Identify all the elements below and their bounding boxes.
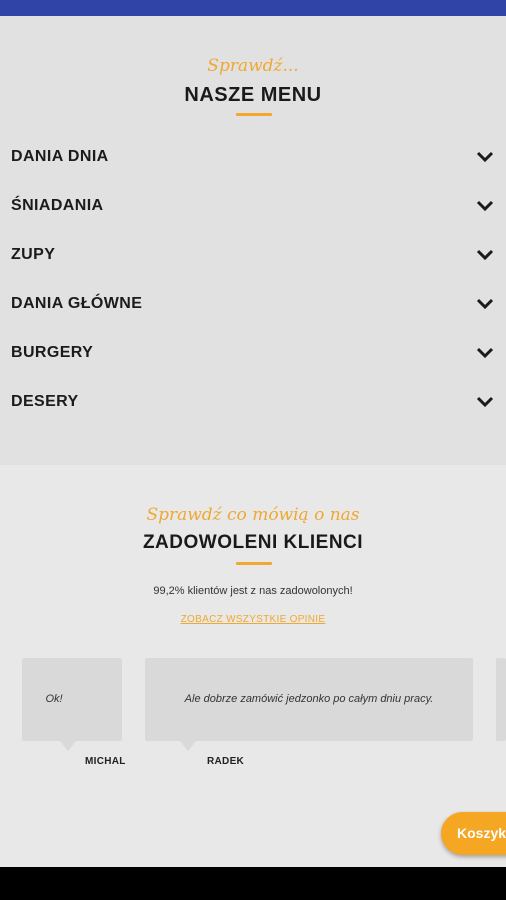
- menu-category-dania-glowne[interactable]: DANIA GŁÓWNE: [0, 281, 506, 330]
- chevron-down-icon: [476, 151, 494, 163]
- review-card: Ok!: [22, 658, 122, 741]
- cart-button[interactable]: Koszyk: [441, 812, 506, 855]
- menu-category-sniadania[interactable]: ŚNIADANIA: [0, 183, 506, 232]
- menu-category-zupy[interactable]: ZUPY: [0, 232, 506, 281]
- menu-category-label: ZUPY: [11, 246, 56, 263]
- menu-section: Sprawdź... NASZE MENU DANIA DNIA ŚNIADAN…: [0, 16, 506, 465]
- review-bubble-tail: [180, 741, 196, 751]
- reviews-section: Sprawdź co mówią o nas ZADOWOLENI KLIENC…: [0, 465, 506, 867]
- menu-title-underline: [236, 113, 272, 116]
- navigation-bar: [0, 867, 506, 900]
- see-all-reviews-link[interactable]: ZOBACZ WSZYSTKIE OPINIE: [0, 614, 506, 625]
- menu-title: NASZE MENU: [184, 84, 322, 106]
- reviews-title-underline: [236, 562, 272, 565]
- review-text: Ale dobrze zamówić jedzonko po całym dni…: [184, 693, 434, 705]
- satisfaction-summary: 99,2% klientów jest z nas zadowolonych!: [153, 585, 353, 597]
- reviews-title: ZADOWOLENI KLIENCI: [142, 532, 364, 553]
- review-bubble-tail: [60, 741, 76, 751]
- review-author: RADEK: [207, 756, 245, 767]
- chevron-down-icon: [476, 249, 494, 261]
- menu-category-label: DESERY: [11, 393, 79, 410]
- chevron-down-icon: [476, 347, 494, 359]
- menu-category-dania-dnia[interactable]: DANIA DNIA: [0, 134, 506, 183]
- review-author: MICHAL: [85, 756, 126, 767]
- reviews-script-subtitle: Sprawdź co mówią o nas: [146, 505, 360, 525]
- menu-category-label: BURGERY: [11, 344, 94, 361]
- menu-category-burgery[interactable]: BURGERY: [0, 330, 506, 379]
- menu-category-desery[interactable]: DESERY: [0, 379, 506, 428]
- review-card-partial: [496, 658, 506, 741]
- menu-script-subtitle: Sprawdź...: [207, 56, 299, 76]
- chevron-down-icon: [476, 396, 494, 408]
- menu-category-label: ŚNIADANIA: [11, 197, 104, 214]
- review-text: Ok!: [45, 693, 63, 705]
- chevron-down-icon: [476, 200, 494, 212]
- menu-category-label: DANIA GŁÓWNE: [11, 295, 143, 312]
- review-card: Ale dobrze zamówić jedzonko po całym dni…: [145, 658, 473, 741]
- status-bar: [0, 0, 506, 16]
- menu-category-list: DANIA DNIA ŚNIADANIA ZUPY DANIA GŁÓWNE B…: [0, 134, 506, 428]
- menu-category-label: DANIA DNIA: [11, 148, 109, 165]
- chevron-down-icon: [476, 298, 494, 310]
